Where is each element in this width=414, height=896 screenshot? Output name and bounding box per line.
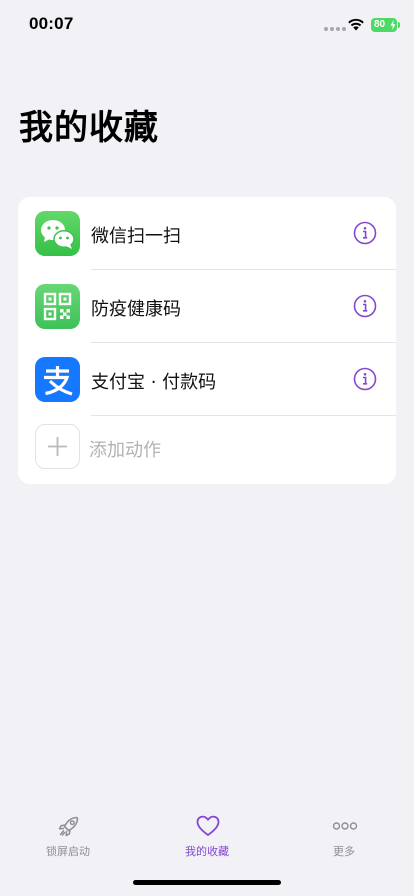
rocket-icon — [58, 816, 79, 837]
battery-icon: 80 — [371, 18, 400, 32]
favorite-label: 微信扫一扫 — [91, 226, 181, 247]
tab-label: 我的收藏 — [185, 845, 229, 858]
status-time: 00:07 — [29, 14, 74, 33]
favorite-item-health-code[interactable]: 防疫健康码 — [18, 270, 396, 343]
tab-lock-screen-launch[interactable]: 锁屏启动 — [8, 813, 128, 863]
tab-label: 更多 — [333, 845, 355, 858]
signal-icon — [324, 27, 346, 31]
alipay-icon — [35, 357, 80, 402]
home-indicator — [133, 880, 281, 885]
qr-code-icon — [35, 284, 80, 329]
wifi-icon — [348, 18, 364, 31]
status-bar: 00:07 80 — [0, 0, 414, 50]
more-icon — [332, 822, 358, 830]
add-action-button[interactable]: 添加动作 — [18, 416, 396, 484]
battery-level: 80 — [374, 19, 386, 30]
plus-icon — [35, 424, 80, 469]
favorites-list: 微信扫一扫 防疫健康码 支付宝 · 付款码 添加动作 — [18, 197, 396, 484]
favorite-label: 支付宝 · 付款码 — [91, 372, 217, 393]
info-icon[interactable] — [353, 221, 377, 245]
tab-label: 锁屏启动 — [46, 845, 90, 858]
tab-my-favorites[interactable]: 我的收藏 — [147, 813, 267, 863]
wechat-icon — [35, 211, 80, 256]
heart-icon — [196, 815, 220, 836]
info-icon[interactable] — [353, 367, 377, 391]
info-icon[interactable] — [353, 294, 377, 318]
favorite-item-alipay-pay-code[interactable]: 支付宝 · 付款码 — [18, 343, 396, 416]
favorite-label: 防疫健康码 — [91, 299, 181, 320]
add-action-label: 添加动作 — [89, 440, 161, 461]
page-title: 我的收藏 — [19, 108, 159, 148]
favorite-item-wechat-scan[interactable]: 微信扫一扫 — [18, 197, 396, 270]
tab-more[interactable]: 更多 — [284, 813, 404, 863]
